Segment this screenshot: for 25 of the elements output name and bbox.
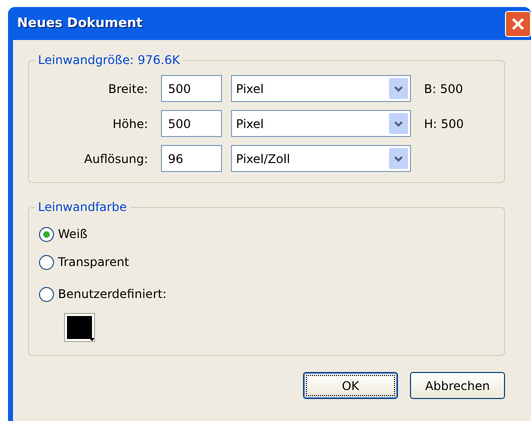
option-label: Weiß (58, 226, 88, 243)
option-label: Benutzerdefiniert: (58, 286, 166, 303)
close-button[interactable] (505, 10, 531, 36)
input-field[interactable]: 500 (161, 110, 222, 137)
caret-icon (89, 338, 95, 342)
group-legend: Leinwandgröße: 976.6K (35, 53, 183, 68)
unit-dropdown[interactable]: Pixel/Zoll (231, 145, 411, 172)
option-label: Transparent (58, 254, 130, 271)
field-label: Höhe: (112, 116, 148, 132)
field-label: Auflösung: (83, 150, 148, 168)
radio-button[interactable] (39, 286, 54, 302)
unit-dropdown[interactable]: Pixel (231, 110, 411, 137)
radio-button[interactable] (39, 254, 54, 270)
dialog-button[interactable]: Abbrechen (410, 372, 505, 399)
radio-button[interactable] (39, 226, 54, 242)
dialog-button[interactable]: OK (303, 372, 398, 399)
unit-dropdown[interactable]: Pixel (231, 75, 411, 102)
window-title: Neues Dokument (17, 14, 142, 33)
close-icon (511, 16, 525, 30)
input-field[interactable]: 500 (161, 75, 222, 102)
color-swatch[interactable] (65, 314, 94, 341)
size-readout: H: 500 (424, 116, 464, 132)
size-readout: B: 500 (424, 80, 463, 98)
field-label: Breite: (107, 80, 148, 98)
input-field[interactable]: 96 (161, 145, 222, 172)
